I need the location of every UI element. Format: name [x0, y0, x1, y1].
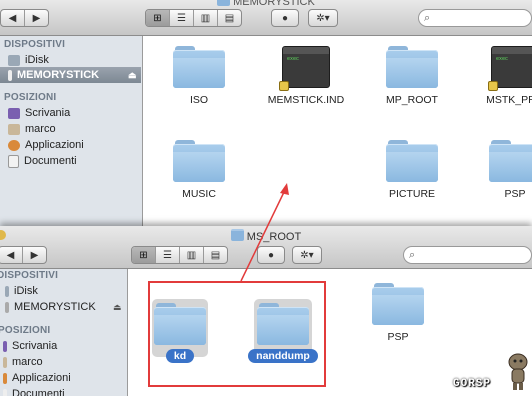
- mascot-icon: [508, 353, 528, 390]
- watermark-logo: GORSP: [453, 378, 492, 390]
- drag-arrow: [240, 183, 289, 282]
